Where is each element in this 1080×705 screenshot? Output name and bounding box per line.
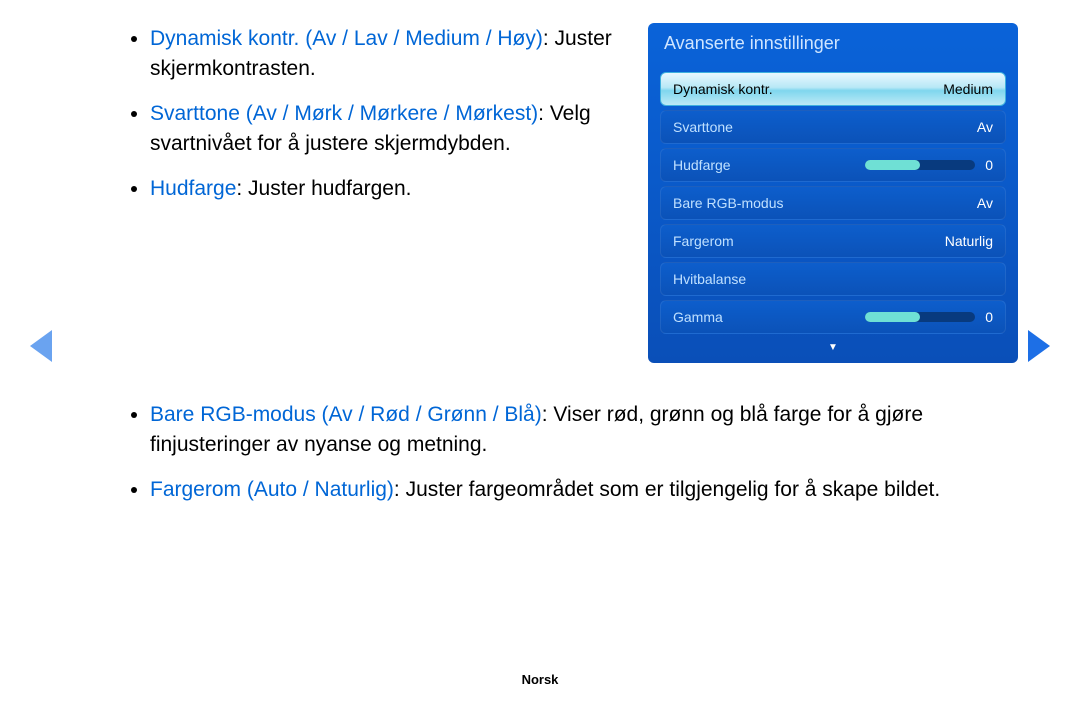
settings-row[interactable]: Fargerom Naturlig: [660, 224, 1006, 258]
page-footer: Norsk: [0, 672, 1080, 687]
bullet-desc: : Juster fargeområdet som er tilgjengeli…: [394, 478, 940, 501]
bullet-term: Svarttone (Av / Mørk / Mørkere / Mørkest…: [150, 102, 538, 125]
bullet-desc: : Juster hudfargen.: [236, 177, 411, 200]
row-value: Medium: [943, 81, 993, 97]
bullet-term: Bare RGB-modus (Av / Rød / Grønn / Blå): [150, 403, 542, 426]
bullet-item: Svarttone (Av / Mørk / Mørkere / Mørkest…: [150, 99, 612, 160]
settings-row[interactable]: Bare RGB-modus Av: [660, 186, 1006, 220]
bullet-term: Fargerom (Auto / Naturlig): [150, 478, 394, 501]
row-label: Svarttone: [673, 119, 733, 135]
bullet-item: Dynamisk kontr. (Av / Lav / Medium / Høy…: [150, 24, 612, 85]
chevron-down-icon[interactable]: ▼: [648, 338, 1018, 355]
prev-page-arrow[interactable]: [30, 330, 52, 362]
settings-row[interactable]: Gamma 0: [660, 300, 1006, 334]
slider[interactable]: [865, 312, 975, 322]
settings-panel: Avanserte innstillinger Dynamisk kontr. M…: [648, 23, 1018, 363]
bullet-term: Dynamisk kontr. (Av / Lav / Medium / Høy…: [150, 27, 543, 50]
settings-row[interactable]: Hvitbalanse: [660, 262, 1006, 296]
row-value: 0: [985, 157, 993, 173]
settings-row[interactable]: Hudfarge 0: [660, 148, 1006, 182]
row-value: Naturlig: [945, 233, 993, 249]
settings-row[interactable]: Dynamisk kontr. Medium: [660, 72, 1006, 106]
bullet-item: Hudfarge: Juster hudfargen.: [150, 174, 612, 204]
bullet-term: Hudfarge: [150, 177, 236, 200]
settings-row[interactable]: Svarttone Av: [660, 110, 1006, 144]
row-label: Dynamisk kontr.: [673, 81, 773, 97]
panel-title: Avanserte innstillinger: [648, 23, 1018, 64]
bullet-item: Bare RGB-modus (Av / Rød / Grønn / Blå):…: [150, 400, 1000, 461]
row-value: Av: [977, 195, 993, 211]
bullet-item: Fargerom (Auto / Naturlig): Juster farge…: [150, 475, 1000, 505]
row-label: Bare RGB-modus: [673, 195, 783, 211]
next-page-arrow[interactable]: [1028, 330, 1050, 362]
row-label: Hvitbalanse: [673, 271, 746, 287]
slider[interactable]: [865, 160, 975, 170]
row-label: Gamma: [673, 309, 723, 325]
row-label: Fargerom: [673, 233, 734, 249]
row-label: Hudfarge: [673, 157, 731, 173]
row-value: 0: [985, 309, 993, 325]
row-value: Av: [977, 119, 993, 135]
